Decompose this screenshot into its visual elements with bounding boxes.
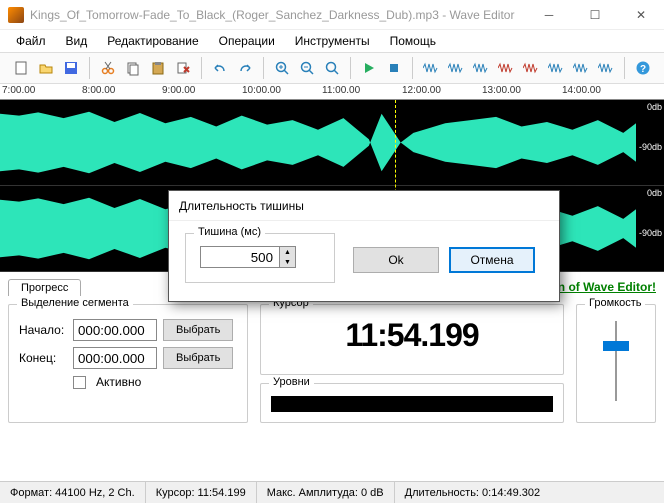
spin-down-icon[interactable]: ▼ [280, 257, 295, 267]
end-input[interactable] [73, 347, 157, 369]
tab-progress[interactable]: Прогресс [8, 279, 81, 296]
time-ruler[interactable]: 7:00.00 8:00.00 9:00.00 10:00.00 11:00.0… [0, 84, 664, 100]
start-label: Начало: [19, 323, 67, 337]
svg-text:?: ? [640, 64, 646, 75]
open-icon[interactable] [35, 57, 57, 79]
close-button[interactable]: ✕ [618, 0, 664, 30]
ok-button[interactable]: Ok [353, 247, 439, 273]
dialog-title: Длительность тишины [169, 191, 559, 221]
new-icon[interactable] [10, 57, 32, 79]
silence-ms-input[interactable] [200, 246, 280, 268]
menu-edit[interactable]: Редактирование [99, 32, 206, 50]
volume-panel: Громкость [576, 304, 656, 423]
toolbar: ? [0, 52, 664, 84]
zoom-in-icon[interactable] [271, 57, 293, 79]
help-icon[interactable]: ? [632, 57, 654, 79]
effect8-icon[interactable] [595, 57, 617, 79]
menubar: Файл Вид Редактирование Операции Инструм… [0, 30, 664, 52]
active-label: Активно [96, 375, 141, 389]
cut-icon[interactable] [97, 57, 119, 79]
play-icon[interactable] [358, 57, 380, 79]
titlebar: Kings_Of_Tomorrow-Fade_To_Black_(Roger_S… [0, 0, 664, 30]
cursor-panel: Курсор 11:54.199 [260, 304, 564, 375]
undo-icon[interactable] [209, 57, 231, 79]
status-format: Формат: 44100 Hz, 2 Ch. [0, 482, 146, 503]
volume-slider[interactable] [606, 321, 626, 401]
status-amp: Макс. Амплитуда: 0 dB [257, 482, 395, 503]
paste-icon[interactable] [147, 57, 169, 79]
active-checkbox[interactable] [73, 376, 86, 389]
menu-view[interactable]: Вид [58, 32, 96, 50]
end-label: Конец: [19, 351, 67, 365]
effect4-icon[interactable] [495, 57, 517, 79]
app-icon [8, 7, 24, 23]
select-end-button[interactable]: Выбрать [163, 347, 233, 369]
menu-help[interactable]: Помощь [382, 32, 444, 50]
effect6-icon[interactable] [545, 57, 567, 79]
spin-up-icon[interactable]: ▲ [280, 247, 295, 257]
silence-dialog: Длительность тишины Тишина (мс) ▲ ▼ Ok О… [168, 190, 560, 302]
select-start-button[interactable]: Выбрать [163, 319, 233, 341]
menu-file[interactable]: Файл [8, 32, 54, 50]
minimize-button[interactable]: ─ [526, 0, 572, 30]
effect2-icon[interactable] [445, 57, 467, 79]
start-input[interactable] [73, 319, 157, 341]
effect7-icon[interactable] [570, 57, 592, 79]
levels-panel: Уровни [260, 383, 564, 423]
delete-icon[interactable] [172, 57, 194, 79]
cursor-time: 11:54.199 [271, 317, 553, 354]
segment-panel: Выделение сегмента Начало: Выбрать Конец… [8, 304, 248, 423]
effect5-icon[interactable] [520, 57, 542, 79]
level-meter [271, 396, 553, 412]
save-icon[interactable] [60, 57, 82, 79]
effect3-icon[interactable] [470, 57, 492, 79]
redo-icon[interactable] [234, 57, 256, 79]
effect1-icon[interactable] [420, 57, 442, 79]
maximize-button[interactable]: ☐ [572, 0, 618, 30]
status-cursor: Курсор: 11:54.199 [146, 482, 257, 503]
menu-tools[interactable]: Инструменты [287, 32, 378, 50]
cancel-button[interactable]: Отмена [449, 247, 535, 273]
status-duration: Длительность: 0:14:49.302 [395, 482, 551, 503]
status-bar: Формат: 44100 Hz, 2 Ch. Курсор: 11:54.19… [0, 481, 664, 503]
zoom-out-icon[interactable] [296, 57, 318, 79]
window-title: Kings_Of_Tomorrow-Fade_To_Black_(Roger_S… [30, 8, 526, 22]
stop-icon[interactable] [383, 57, 405, 79]
channel-left: 0db-90db [0, 100, 664, 186]
zoom-fit-icon[interactable] [321, 57, 343, 79]
menu-ops[interactable]: Операции [211, 32, 283, 50]
copy-icon[interactable] [122, 57, 144, 79]
